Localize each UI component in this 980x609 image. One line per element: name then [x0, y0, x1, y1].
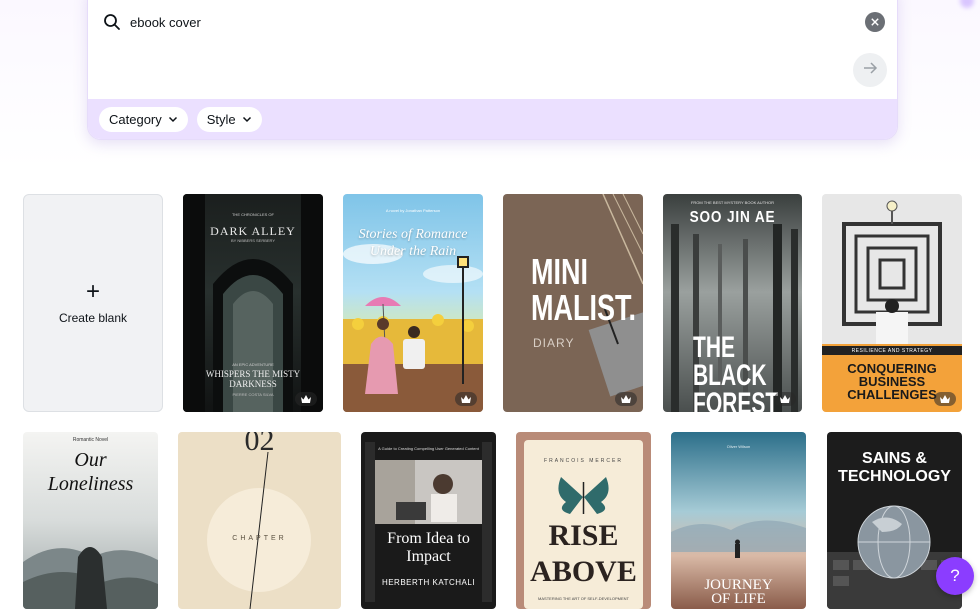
premium-crown-badge	[934, 392, 956, 406]
search-panel: ebook cover Category Style	[87, 0, 898, 140]
cover-title: From Idea to Impact	[387, 530, 470, 565]
premium-crown-badge	[455, 392, 477, 406]
cover-title: SAINS & TECHNOLOGY	[838, 450, 951, 485]
cover-kicker: THE CHRONICLES OF	[231, 212, 274, 217]
search-row[interactable]: ebook cover	[102, 11, 201, 33]
cover-author: HERBERTH KATCHALI	[381, 578, 476, 587]
template-card[interactable]: THE CHRONICLES OF DARK ALLEY BY NIBBERS …	[183, 194, 323, 412]
premium-crown-badge	[774, 392, 796, 406]
cover-subtitle: RESILIENCE AND STRATEGY	[851, 348, 933, 354]
premium-crown-badge	[615, 392, 637, 406]
help-button[interactable]: ?	[936, 557, 974, 595]
cover-title: DARK ALLEY	[210, 224, 296, 238]
cover-subtitle: DIARY	[533, 336, 575, 350]
cover-title: Stories of Romance Under the Rain	[358, 227, 468, 259]
cover-author: Oliver Wilson	[726, 444, 751, 449]
chevron-down-icon	[168, 112, 178, 127]
chapter-illustration	[207, 451, 311, 609]
template-card[interactable]: 02 CHAPTER	[178, 432, 341, 609]
template-card[interactable]: FROM THE BEST MYSTERY BOOK AUTHOR SOO JI…	[663, 194, 802, 412]
cover-title: JOURNEY OF LIFE	[704, 577, 773, 607]
cover-kicker: A Guide to Creating Compelling User Gene…	[378, 446, 479, 451]
submit-search-button[interactable]	[853, 53, 887, 87]
cover-subtitle: MASTERING THE ART OF SELF-DEVELOPMENT	[538, 596, 629, 601]
chip-label: Category	[109, 111, 162, 127]
crown-icon	[780, 390, 790, 408]
cover-author: FRANCOIS MERCER	[544, 458, 623, 464]
cover-kicker: A novel by Jonathan Patterson	[385, 208, 441, 213]
search-input[interactable]: ebook cover	[130, 15, 201, 30]
template-card[interactable]: FRANCOIS MERCER RISE ABOVE MASTERING THE…	[516, 432, 651, 609]
cover-title: CHAPTER	[232, 535, 287, 542]
cover-author: BY NIBBERS SERBERY	[230, 238, 276, 243]
arrow-right-icon	[862, 60, 878, 81]
cover-subtitle: AN EPIC ADVENTURE	[232, 362, 274, 367]
cover-title: RISE ABOVE	[530, 519, 637, 588]
template-card[interactable]: Romantic Novel Our Loneliness	[23, 432, 158, 609]
clear-search-button[interactable]	[865, 12, 885, 32]
category-filter-chip[interactable]: Category	[99, 106, 188, 132]
close-icon	[871, 13, 879, 31]
template-card[interactable]: Oliver Wilson JOURNEY OF LIFE	[671, 432, 806, 609]
cover-title: MINI MALIST.	[531, 251, 636, 328]
template-card[interactable]: MINI MALIST. DIARY	[503, 194, 643, 412]
create-blank-card[interactable]: + Create blank	[23, 194, 163, 412]
cover-title: THE BLACK FOREST	[693, 331, 779, 413]
create-blank-label: Create blank	[58, 311, 128, 325]
crown-icon	[461, 390, 471, 408]
cover-title-secondary: WHISPERS THE MISTY DARKNESS	[205, 369, 301, 389]
style-filter-chip[interactable]: Style	[196, 106, 262, 132]
cover-title: Our Loneliness	[47, 449, 134, 495]
cover-kicker: Romantic Novel	[72, 437, 109, 443]
crown-icon	[621, 390, 631, 408]
cover-kicker: FROM THE BEST MYSTERY BOOK AUTHOR	[690, 200, 775, 205]
cover-author: SOO JIN AE	[689, 209, 776, 226]
chip-label: Style	[206, 111, 236, 127]
search-icon	[102, 12, 122, 32]
chevron-down-icon	[242, 112, 252, 127]
crown-icon	[301, 390, 311, 408]
plus-icon: +	[85, 278, 100, 305]
premium-crown-badge	[295, 392, 317, 406]
filter-bar: Category Style	[88, 99, 897, 139]
template-card[interactable]: A novel by Jonathan Patterson Stories of…	[343, 194, 483, 412]
cover-number: 02	[244, 432, 275, 457]
template-card[interactable]: RESILIENCE AND STRATEGY CONQUERING BUSIN…	[822, 194, 962, 412]
template-card[interactable]: A Guide to Creating Compelling User Gene…	[361, 432, 496, 609]
crown-icon	[940, 390, 950, 408]
